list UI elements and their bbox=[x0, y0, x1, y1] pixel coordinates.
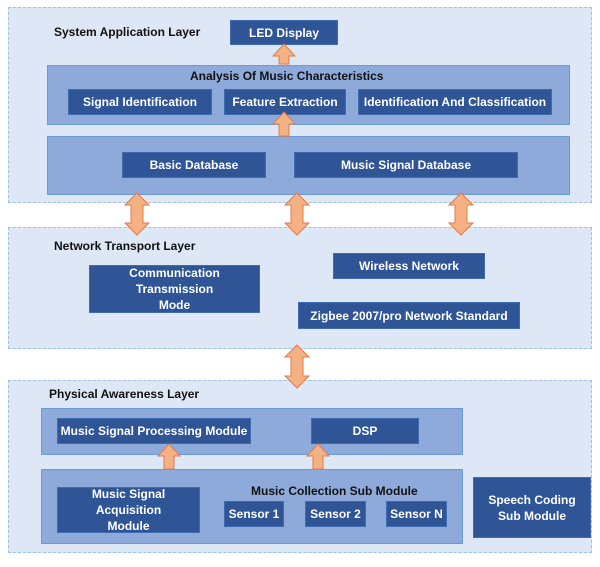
up-arrow-icon bbox=[271, 111, 297, 137]
double-arrow-icon bbox=[283, 344, 311, 389]
double-arrow-icon bbox=[283, 192, 311, 236]
arrows-layer bbox=[123, 43, 475, 470]
double-arrow-icon bbox=[447, 192, 475, 236]
architecture-diagram: System Application Layer LED Display Ana… bbox=[0, 0, 600, 567]
up-arrow-icon bbox=[305, 443, 331, 470]
up-arrow-icon bbox=[156, 443, 182, 470]
double-arrow-icon bbox=[123, 192, 151, 236]
